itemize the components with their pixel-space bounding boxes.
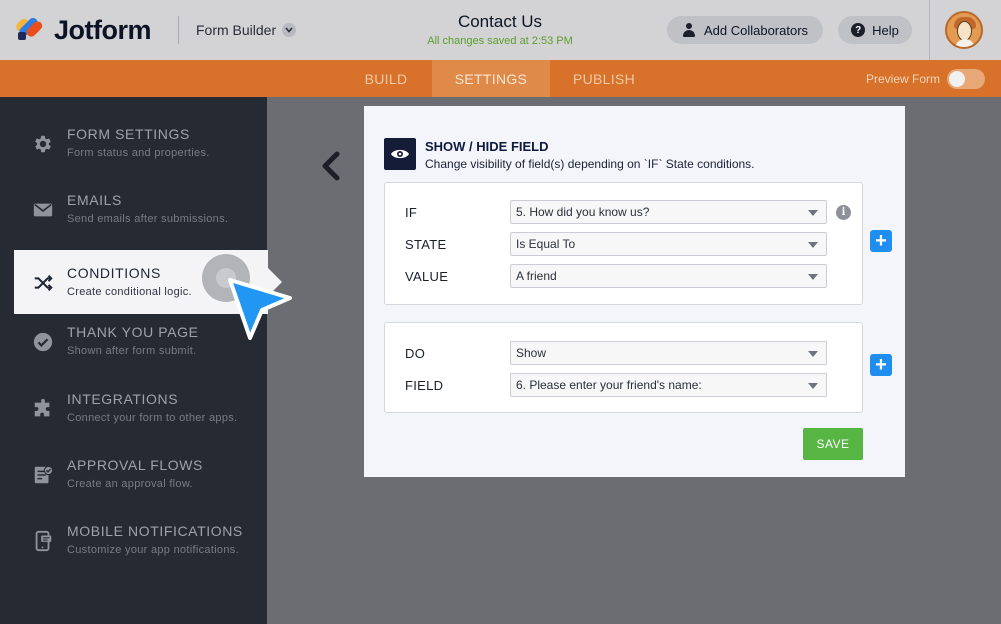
- target-field-value: 6. Please enter your friend's name:: [516, 378, 702, 392]
- value-value: A friend: [516, 269, 557, 283]
- mobile-icon: [32, 530, 54, 552]
- jotform-logo[interactable]: Jotform: [14, 14, 152, 46]
- shuffle-icon: [32, 272, 54, 294]
- header-divider: [178, 16, 179, 44]
- approval-icon: [32, 464, 54, 486]
- sidebar-item-approval-flows[interactable]: APPROVAL FLOWS Create an approval flow.: [0, 442, 267, 506]
- target-field-select[interactable]: 6. Please enter your friend's name:: [510, 373, 827, 397]
- do-action-box: DO Show FIELD 6. Please enter your frien…: [384, 322, 863, 413]
- tab-publish[interactable]: PUBLISH: [556, 60, 652, 97]
- add-collaborators-label: Add Collaborators: [703, 22, 809, 38]
- sidebar-item-description: Create an approval flow.: [67, 478, 193, 490]
- top-header: Jotform Form Builder Contact Us All chan…: [0, 0, 1001, 60]
- if-field-value: 5. How did you know us?: [516, 205, 650, 219]
- form-builder-label: Form Builder: [196, 22, 277, 38]
- tab-build[interactable]: BUILD: [340, 60, 432, 97]
- do-action-select[interactable]: Show: [510, 341, 827, 365]
- field-label: FIELD: [405, 378, 444, 393]
- sidebar-item-form-settings[interactable]: FORM SETTINGS Form status and properties…: [0, 111, 267, 175]
- value-label: VALUE: [405, 269, 449, 284]
- puzzle-icon: [32, 398, 54, 420]
- check-circle-icon: [32, 331, 54, 353]
- sidebar-item-description: Connect your form to other apps.: [67, 412, 238, 424]
- state-label: STATE: [405, 237, 447, 252]
- add-action-button[interactable]: +: [870, 354, 892, 376]
- sidebar-item-label: CONDITIONS: [67, 265, 161, 281]
- saved-status: All changes saved at 2:53 PM: [427, 35, 573, 47]
- if-condition-box: IF 5. How did you know us? STATE Is Equa…: [384, 182, 863, 305]
- chevron-down-icon: [282, 23, 297, 37]
- form-title[interactable]: Contact Us: [380, 12, 620, 32]
- user-icon: [682, 23, 696, 37]
- if-label: IF: [405, 205, 418, 220]
- sidebar-item-description: Form status and properties.: [67, 147, 210, 159]
- preview-form-toggle[interactable]: [947, 69, 985, 89]
- sidebar-item-label: INTEGRATIONS: [67, 391, 179, 407]
- if-field-select[interactable]: 5. How did you know us?: [510, 200, 827, 224]
- state-select[interactable]: Is Equal To: [510, 232, 827, 256]
- back-arrow-icon[interactable]: [318, 150, 344, 182]
- sidebar-item-description: Shown after form submit.: [67, 345, 197, 357]
- form-title-block: Contact Us All changes saved at 2:53 PM: [380, 12, 620, 47]
- help-label: Help: [872, 22, 899, 38]
- add-collaborators-button[interactable]: Add Collaborators: [667, 16, 823, 44]
- value-select[interactable]: A friend: [510, 264, 827, 288]
- add-condition-button[interactable]: +: [870, 230, 892, 252]
- sidebar-item-emails[interactable]: EMAILS Send emails after submissions.: [0, 177, 267, 241]
- sidebar-item-label: APPROVAL FLOWS: [67, 457, 203, 473]
- help-button[interactable]: ? Help: [838, 16, 912, 44]
- avatar[interactable]: [945, 11, 983, 49]
- gear-icon: [32, 133, 54, 155]
- settings-sidebar: FORM SETTINGS Form status and properties…: [0, 97, 282, 624]
- sidebar-item-label: MOBILE NOTIFICATIONS: [67, 523, 243, 539]
- logo-text: Jotform: [54, 14, 152, 45]
- eye-icon: [384, 138, 416, 170]
- sidebar-item-description: Customize your app notifications.: [67, 544, 239, 556]
- state-value: Is Equal To: [516, 237, 576, 251]
- tab-settings[interactable]: SETTINGS: [432, 60, 550, 97]
- sidebar-item-mobile-notifications[interactable]: MOBILE NOTIFICATIONS Customize your app …: [0, 508, 267, 572]
- help-icon: ?: [851, 23, 866, 37]
- avatar-divider: [929, 0, 930, 60]
- do-action-value: Show: [516, 346, 547, 360]
- info-icon[interactable]: i: [836, 205, 851, 220]
- cursor-pointer-icon: [228, 278, 292, 340]
- sidebar-item-integrations[interactable]: INTEGRATIONS Connect your form to other …: [0, 376, 267, 440]
- sidebar-item-description: Create conditional logic.: [67, 286, 192, 298]
- do-label: DO: [405, 346, 426, 361]
- save-button[interactable]: SAVE: [803, 428, 863, 460]
- form-builder-dropdown[interactable]: Form Builder: [196, 22, 297, 38]
- sidebar-item-label: THANK YOU PAGE: [67, 324, 199, 340]
- sidebar-item-label: EMAILS: [67, 192, 122, 208]
- envelope-icon: [32, 199, 54, 221]
- sidebar-item-label: FORM SETTINGS: [67, 126, 190, 142]
- sidebar-item-description: Send emails after submissions.: [67, 213, 229, 225]
- condition-description: Change visibility of field(s) depending …: [425, 157, 755, 171]
- tab-bar: BUILD SETTINGS PUBLISH: [0, 60, 1001, 97]
- condition-panel: SHOW / HIDE FIELD Change visibility of f…: [364, 106, 905, 477]
- condition-title: SHOW / HIDE FIELD: [425, 139, 549, 154]
- jotform-logo-icon: [14, 14, 45, 46]
- preview-form-label: Preview Form: [866, 72, 941, 86]
